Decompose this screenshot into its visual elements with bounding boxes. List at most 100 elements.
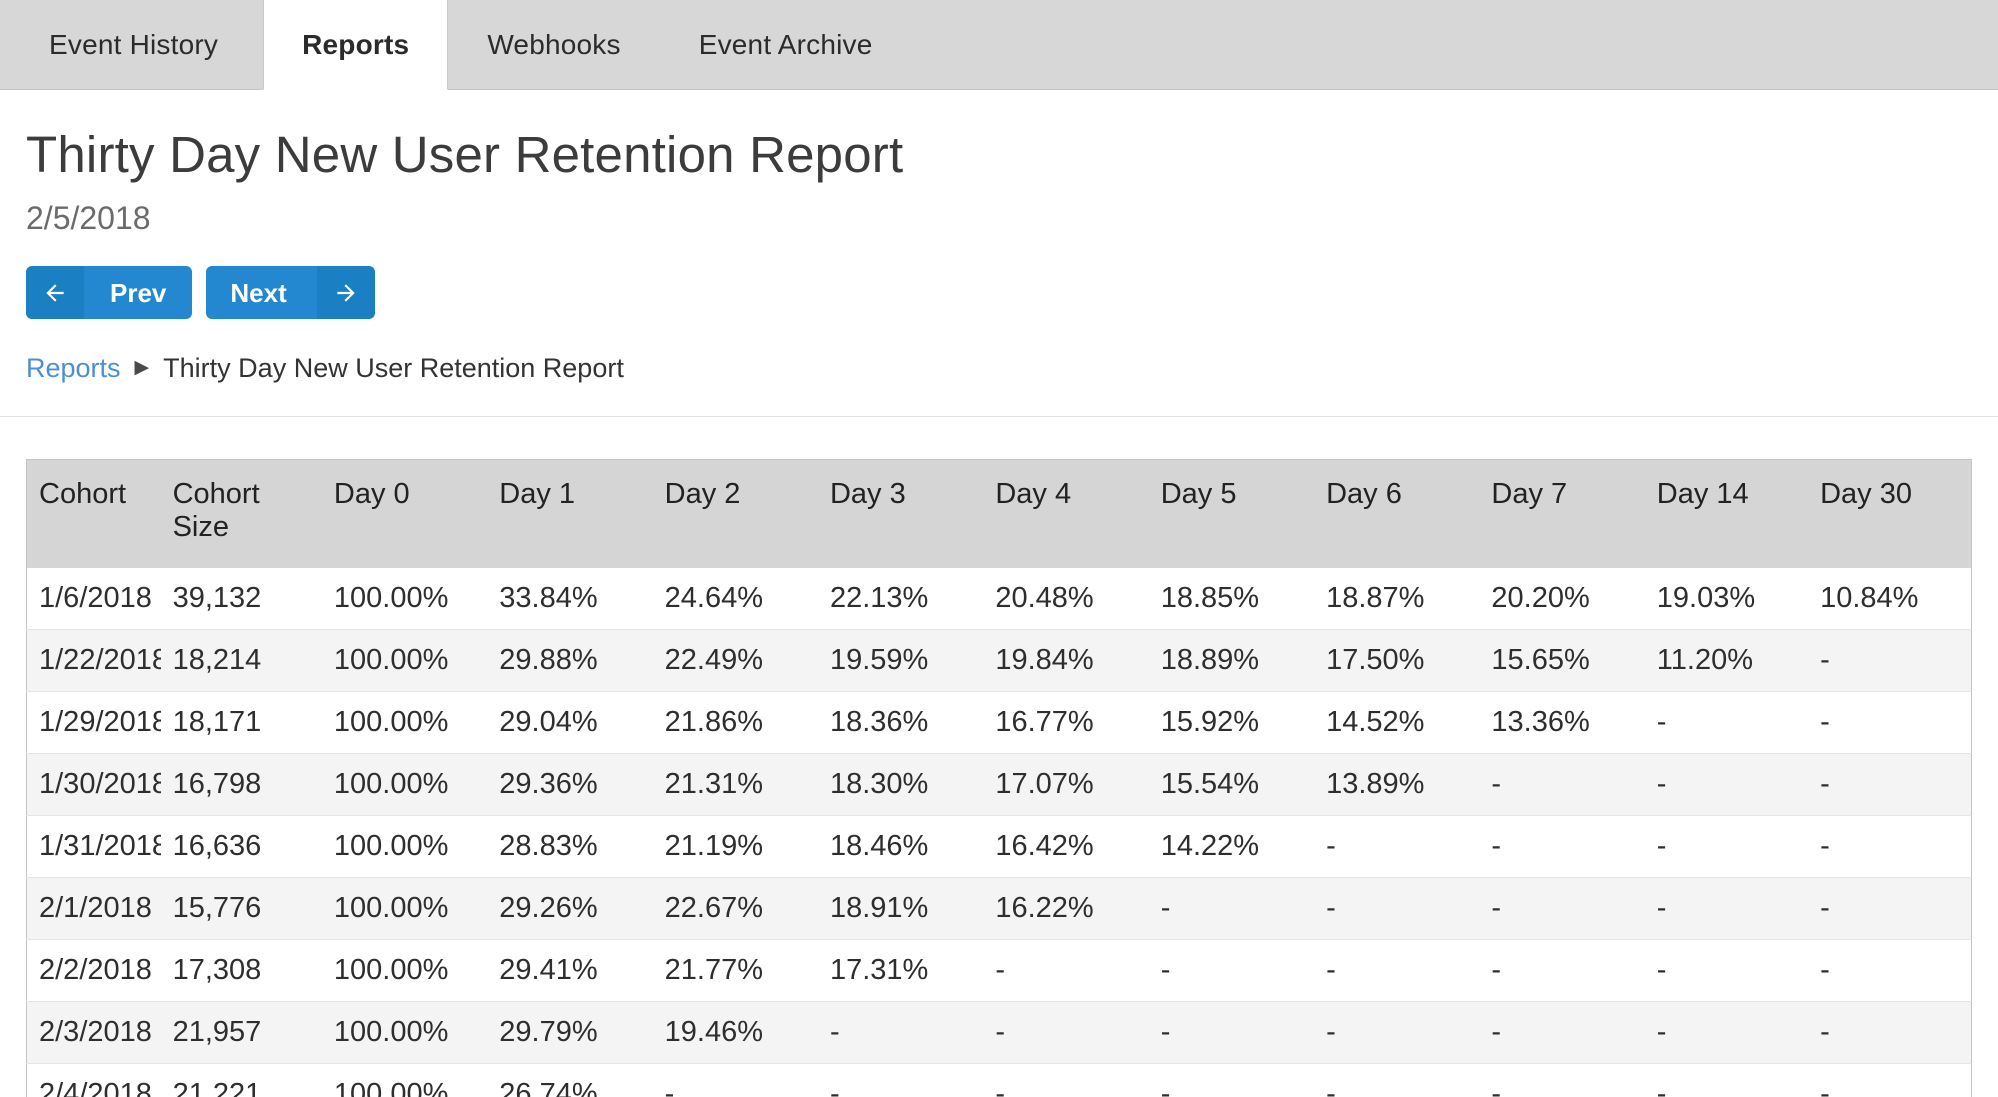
cell-day-1: 29.26%	[487, 876, 653, 940]
arrow-left-icon	[26, 266, 84, 320]
cell-day-14: -	[1644, 876, 1809, 940]
cell-day-7: -	[1479, 1000, 1645, 1064]
retention-table-container: Cohort Cohort Size Day 0 Day 1 Day 2 Day…	[0, 417, 1998, 1097]
cell-day-30: -	[1808, 814, 1972, 878]
tab-label: Reports	[302, 28, 410, 60]
cell-day-1: 29.88%	[487, 628, 653, 692]
tab-label: Event History	[49, 28, 219, 60]
table-row: 1/29/2018 18,171 100.00% 29.04% 21.86% 18.36%…	[26, 690, 1972, 754]
table-row: 1/30/2018 16,798 100.00% 29.36% 21.31% 18.30%…	[26, 752, 1972, 816]
cell-cohort: 2/1/2018	[26, 876, 161, 940]
cell-day-2: 24.64%	[664, 581, 763, 614]
cell-day-6: -	[1314, 1062, 1480, 1097]
column-header-day-7[interactable]: Day 7	[1479, 459, 1645, 568]
cell-cohort: 1/30/2018	[26, 752, 161, 816]
cell-day-30: -	[1808, 628, 1972, 692]
table-header: Cohort Cohort Size Day 0 Day 1 Day 2 Day…	[26, 459, 1972, 568]
cell-day-1: 29.36%	[487, 752, 653, 816]
breadcrumb: Reports ▶ Thirty Day New User Retention …	[26, 353, 1972, 384]
cell-day-0: 100.00%	[321, 1000, 488, 1064]
cell-cohort-size: 39,132	[172, 581, 262, 614]
retention-table: Cohort Cohort Size Day 0 Day 1 Day 2 Day…	[26, 459, 1972, 1097]
cell-day-4: 20.48%	[995, 581, 1094, 614]
cell-day-5: -	[1148, 876, 1315, 940]
cell-day-4: 16.77%	[983, 690, 1149, 754]
cell-day-2: 21.86%	[652, 690, 818, 754]
tab-label: Event Archive	[698, 28, 873, 60]
column-header-day-14[interactable]: Day 14	[1644, 459, 1809, 568]
cell-day-5: 18.85%	[1160, 581, 1260, 614]
page-title: Thirty Day New User Retention Report	[26, 126, 904, 183]
cell-cohort-size: 15,776	[160, 876, 322, 940]
column-header-day-30[interactable]: Day 30	[1808, 459, 1972, 568]
cell-day-3: 18.36%	[817, 690, 984, 754]
cell-day-3: 19.59%	[817, 628, 984, 692]
column-header-cohort[interactable]: Cohort	[26, 459, 161, 568]
column-header-day-3[interactable]: Day 3	[817, 459, 984, 568]
table-row: 2/1/2018 15,776 100.00% 29.26% 22.67% 18.91% 1…	[26, 876, 1972, 940]
cell-day-0: 100.00%	[321, 938, 488, 1002]
cell-cohort-size: 21,221	[160, 1062, 322, 1097]
cell-day-2: 19.46%	[652, 1000, 818, 1064]
cell-day-1: 33.84%	[499, 581, 598, 614]
breadcrumb-separator-icon: ▶	[134, 357, 150, 379]
cell-day-30: -	[1808, 752, 1972, 816]
arrow-right-icon	[316, 266, 375, 320]
table-header-row: Cohort Cohort Size Day 0 Day 1 Day 2 Day…	[26, 459, 1972, 568]
cell-day-0: 100.00%	[321, 1062, 488, 1097]
tab-reports[interactable]: Reports	[263, 0, 449, 90]
cell-day-5: 14.22%	[1148, 814, 1315, 878]
tab-webhooks[interactable]: Webhooks	[448, 0, 659, 89]
cell-day-5: 15.54%	[1148, 752, 1315, 816]
column-header-day-4[interactable]: Day 4	[983, 459, 1149, 568]
cell-day-3: -	[817, 1000, 984, 1064]
table-body: 1/6/2018 39,132 100.00% 33.84% 24.64% 22.13% 2…	[26, 567, 1972, 1097]
column-header-cohort-size[interactable]: Cohort Size	[160, 459, 322, 568]
page-header-section: Thirty Day New User Retention Report 2/5…	[0, 126, 1998, 418]
cell-day-7: 13.36%	[1479, 690, 1645, 754]
cell-cohort: 2/3/2018	[26, 1000, 161, 1064]
cell-cohort-size: 21,957	[160, 1000, 322, 1064]
cell-day-2: 21.31%	[652, 752, 818, 816]
breadcrumb-current: Thirty Day New User Retention Report	[163, 353, 624, 384]
table-row: 1/6/2018 39,132 100.00% 33.84% 24.64% 22.13% 2…	[26, 567, 1972, 630]
cell-day-0: 100.00%	[321, 628, 488, 692]
table-row: 2/3/2018 21,957 100.00% 29.79% 19.46% - - - - - - -	[26, 1000, 1972, 1064]
next-button[interactable]: Next	[206, 266, 375, 320]
page-subtitle-date: 2/5/2018	[26, 200, 151, 237]
cell-day-7: 15.65%	[1479, 628, 1645, 692]
cell-day-0: 100.00%	[333, 581, 449, 614]
tab-event-history[interactable]: Event History	[0, 0, 263, 89]
cell-day-3: -	[817, 1062, 984, 1097]
cell-day-3: 18.30%	[817, 752, 984, 816]
cell-day-6: 18.87%	[1326, 581, 1425, 614]
cell-cohort-size: 17,308	[160, 938, 322, 1002]
column-header-day-2[interactable]: Day 2	[652, 459, 818, 568]
tab-bar: Event History Reports Webhooks Event Arc…	[0, 0, 1998, 90]
cell-day-3: 22.13%	[829, 581, 929, 614]
cell-day-30: -	[1808, 876, 1972, 940]
cell-day-7: -	[1479, 938, 1645, 1002]
tab-label: Webhooks	[487, 28, 621, 60]
cell-cohort-size: 16,636	[160, 814, 322, 878]
column-header-day-6[interactable]: Day 6	[1314, 459, 1480, 568]
cell-day-30: -	[1808, 1062, 1972, 1097]
cell-day-4: 17.07%	[983, 752, 1149, 816]
cell-day-14: 19.03%	[1656, 581, 1756, 614]
column-header-day-0[interactable]: Day 0	[321, 459, 488, 568]
cell-day-3: 17.31%	[817, 938, 984, 1002]
cell-day-6: -	[1314, 814, 1480, 878]
cell-day-2: 21.19%	[652, 814, 818, 878]
cell-day-30: -	[1808, 938, 1972, 1002]
cell-cohort-size: 18,171	[160, 690, 322, 754]
cell-day-14: -	[1644, 814, 1809, 878]
cell-day-2: 21.77%	[652, 938, 818, 1002]
column-header-day-5[interactable]: Day 5	[1148, 459, 1315, 568]
breadcrumb-link-reports[interactable]: Reports	[26, 353, 121, 384]
cell-day-3: 18.46%	[817, 814, 984, 878]
tab-event-archive[interactable]: Event Archive	[660, 0, 912, 89]
cell-day-1: 26.74%	[487, 1062, 653, 1097]
cell-day-6: -	[1314, 1000, 1480, 1064]
prev-button[interactable]: Prev	[26, 266, 193, 320]
column-header-day-1[interactable]: Day 1	[487, 459, 653, 568]
